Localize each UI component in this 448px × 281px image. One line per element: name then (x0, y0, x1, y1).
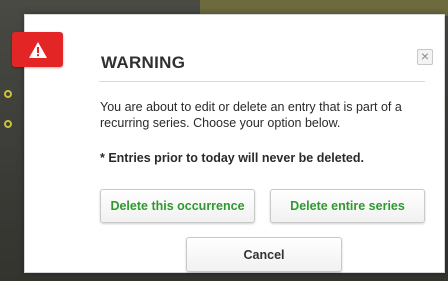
warning-badge (12, 32, 63, 67)
dialog-note: * Entries prior to today will never be d… (100, 151, 364, 165)
background-marker (4, 90, 12, 98)
warning-triangle-icon (28, 41, 48, 59)
cancel-button[interactable]: Cancel (186, 237, 342, 272)
dialog-message: You are about to edit or delete an entry… (100, 100, 402, 130)
delete-series-button[interactable]: Delete entire series (270, 189, 425, 223)
background-marker (4, 120, 12, 128)
title-divider (99, 81, 425, 82)
delete-occurrence-button[interactable]: Delete this occurrence (100, 189, 255, 223)
close-icon[interactable]: × (417, 49, 433, 65)
background-left-markers (4, 90, 16, 170)
dialog-title: WARNING (101, 53, 186, 72)
warning-dialog: × WARNING You are about to edit or delet… (24, 14, 445, 273)
